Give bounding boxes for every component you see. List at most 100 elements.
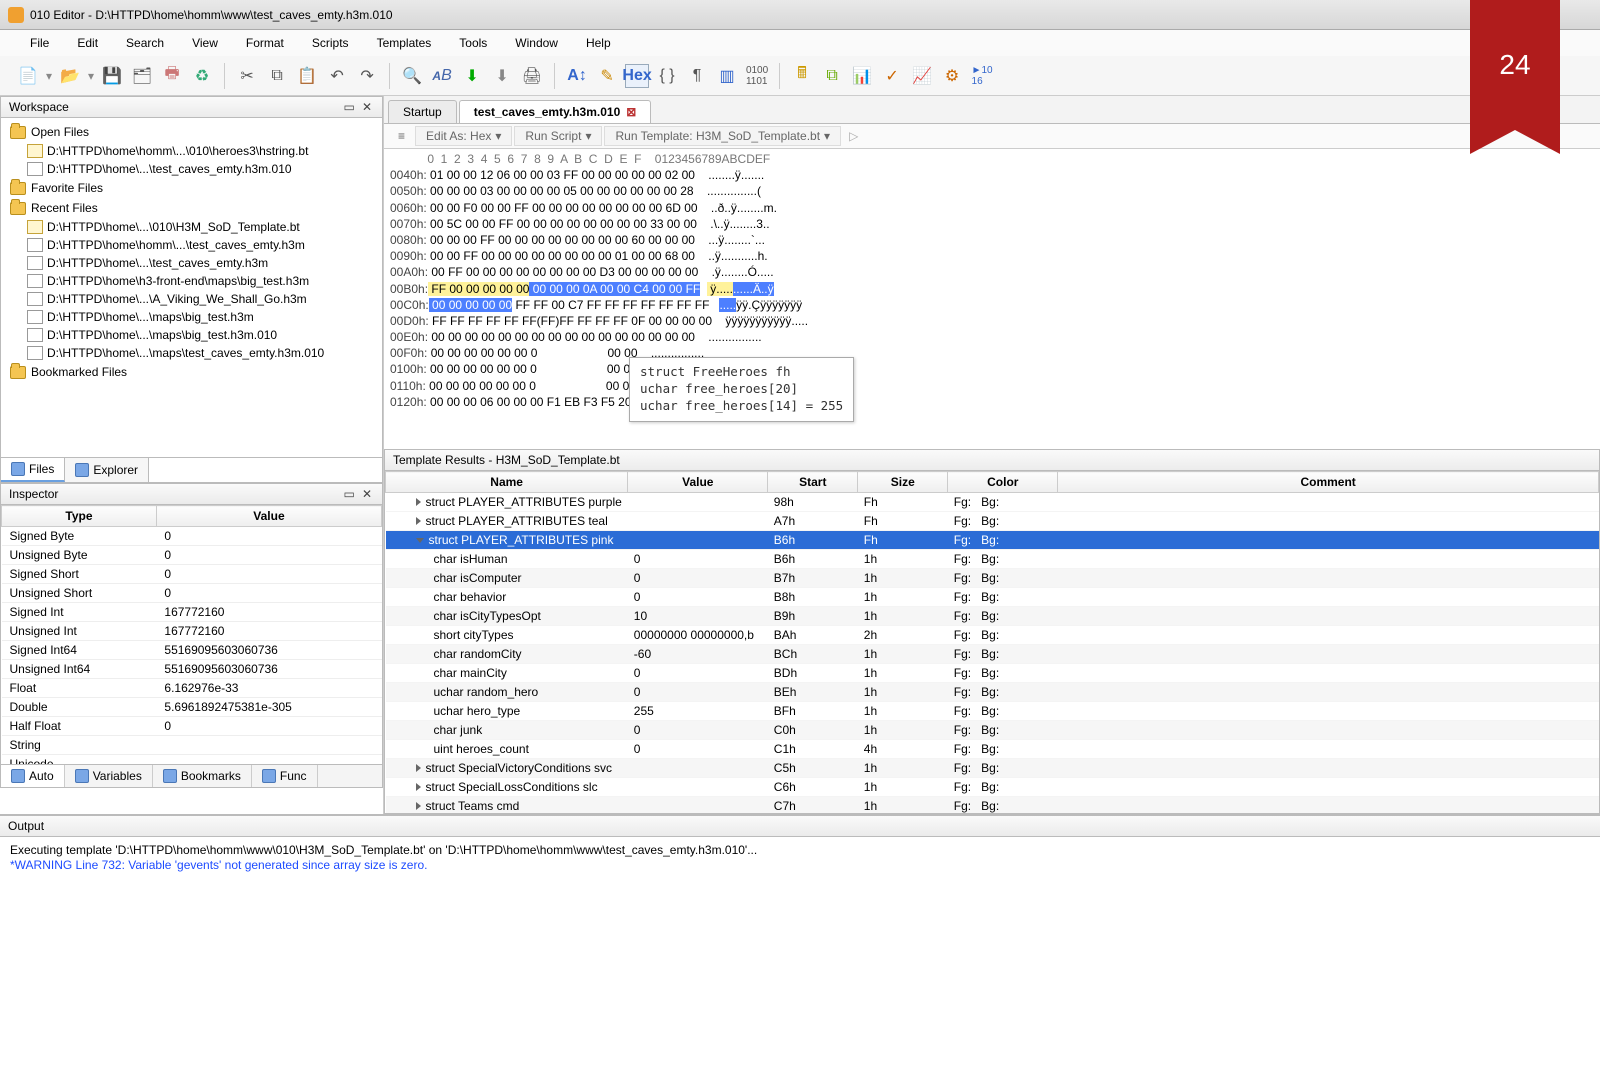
- tree-item[interactable]: D:\HTTPD\home\...\maps\big_test.h3m: [5, 308, 378, 326]
- table-row[interactable]: struct PLAYER_ATTRIBUTES pinkB6hFhFg: Bg…: [386, 531, 1599, 550]
- sort-icon[interactable]: ⚙: [940, 64, 964, 88]
- menu-scripts[interactable]: Scripts: [300, 33, 361, 53]
- print2-icon[interactable]: 🖨: [520, 64, 544, 88]
- panel-close-icon[interactable]: ✕: [362, 100, 374, 114]
- find-icon[interactable]: 🔍: [400, 64, 424, 88]
- brace-icon[interactable]: { }: [655, 64, 679, 88]
- menu-format[interactable]: Format: [234, 33, 296, 53]
- menu-file[interactable]: File: [18, 33, 61, 53]
- table-row[interactable]: struct PLAYER_ATTRIBUTES tealA7hFhFg: Bg…: [386, 512, 1599, 531]
- font-icon[interactable]: A↕: [565, 64, 589, 88]
- open-icon[interactable]: 📂: [58, 64, 82, 88]
- inspector-tabs[interactable]: AutoVariablesBookmarksFunc: [0, 765, 383, 788]
- histogram-icon[interactable]: 📊: [850, 64, 874, 88]
- table-row[interactable]: struct PLAYER_ATTRIBUTES purple98hFhFg: …: [386, 493, 1599, 512]
- main-toolbar[interactable]: 📄▾ 📂▾ 💾 🗂 🖶 ♻ ✂ ⧉ 📋 ↶ ↷ 🔍 AB ⬇ ⬇ 🖨 A↕ ✎ …: [0, 56, 1600, 96]
- panel-float-icon[interactable]: ▭: [344, 487, 357, 501]
- tree-item[interactable]: D:\HTTPD\home\...\test_caves_emty.h3m.01…: [5, 160, 378, 178]
- pilcrow-icon[interactable]: ¶: [685, 64, 709, 88]
- binary-icon[interactable]: 01001101: [745, 64, 769, 88]
- tree-group[interactable]: Open Files: [5, 122, 378, 142]
- menu-templates[interactable]: Templates: [365, 33, 444, 53]
- menu-window[interactable]: Window: [503, 33, 570, 53]
- highlight-icon[interactable]: ✎: [595, 64, 619, 88]
- tree-item[interactable]: D:\HTTPD\home\homm\...\test_caves_emty.h…: [5, 236, 378, 254]
- redo-icon[interactable]: ↷: [355, 64, 379, 88]
- checksum-icon[interactable]: ✓: [880, 64, 904, 88]
- menu-view[interactable]: View: [180, 33, 230, 53]
- undo-icon[interactable]: ↶: [325, 64, 349, 88]
- tree-item[interactable]: D:\HTTPD\home\...\maps\big_test.h3m.010: [5, 326, 378, 344]
- table-row[interactable]: struct SpecialVictoryConditions svcC5h1h…: [386, 759, 1599, 778]
- tree-group[interactable]: Bookmarked Files: [5, 362, 378, 382]
- menu-help[interactable]: Help: [574, 33, 623, 53]
- menu-edit[interactable]: Edit: [65, 33, 110, 53]
- workspace-tabs[interactable]: FilesExplorer: [0, 458, 383, 483]
- tree-item[interactable]: D:\HTTPD\home\...\010\H3M_SoD_Template.b…: [5, 218, 378, 236]
- hex-mode-icon[interactable]: Hex: [625, 64, 649, 88]
- close-icon[interactable]: ⊠: [626, 105, 636, 119]
- table-row[interactable]: uchar hero_type255BFh1hFg: Bg:: [386, 702, 1599, 721]
- paste-icon[interactable]: 📋: [295, 64, 319, 88]
- tree-item[interactable]: D:\HTTPD\home\...\maps\test_caves_emty.h…: [5, 344, 378, 362]
- new-icon[interactable]: 📄: [16, 64, 40, 88]
- table-row[interactable]: uchar random_hero0BEh1hFg: Bg:: [386, 683, 1599, 702]
- run-icon[interactable]: ►1016: [970, 64, 994, 88]
- goto2-icon[interactable]: ⬇: [490, 64, 514, 88]
- titlebar: 010 Editor - D:\HTTPD\home\homm\www\test…: [0, 0, 1600, 30]
- inspector-tab-variables[interactable]: Variables: [65, 765, 153, 787]
- menu-search[interactable]: Search: [114, 33, 176, 53]
- inspector-tab-bookmarks[interactable]: Bookmarks: [153, 765, 252, 787]
- panel-float-icon[interactable]: ▭: [344, 100, 357, 114]
- goto-icon[interactable]: ⬇: [460, 64, 484, 88]
- edit-as-button[interactable]: Edit As: Hex ▾: [415, 126, 512, 146]
- table-row[interactable]: struct Teams cmdC7h1hFg: Bg:: [386, 797, 1599, 815]
- doc-tab[interactable]: test_caves_emty.h3m.010 ⊠: [459, 100, 652, 123]
- table-row[interactable]: char junk0C0h1hFg: Bg:: [386, 721, 1599, 740]
- inspector-tab-func[interactable]: Func: [252, 765, 318, 787]
- output-panel: Output Executing template 'D:\HTTPD\home…: [0, 814, 1600, 879]
- run-template-button[interactable]: Run Template: H3M_SoD_Template.bt ▾: [604, 126, 841, 146]
- template-results-table[interactable]: NameValueStartSizeColorComment struct PL…: [385, 471, 1599, 814]
- tree-item[interactable]: D:\HTTPD\home\h3-front-end\maps\big_test…: [5, 272, 378, 290]
- print-icon[interactable]: 🖶: [160, 64, 184, 88]
- workspace-tab-files[interactable]: Files: [1, 458, 65, 482]
- chart-icon[interactable]: 📈: [910, 64, 934, 88]
- hex-toolbar[interactable]: ≡ Edit As: Hex ▾ Run Script ▾ Run Templa…: [384, 124, 1600, 149]
- compare-icon[interactable]: ⧉: [820, 64, 844, 88]
- table-row[interactable]: char mainCity0BDh1hFg: Bg:: [386, 664, 1599, 683]
- calc-icon[interactable]: 🖩: [790, 64, 814, 88]
- template-results-header: Template Results - H3M_SoD_Template.bt: [384, 449, 1600, 471]
- table-row[interactable]: uint heroes_count0C1h4hFg: Bg:: [386, 740, 1599, 759]
- tree-group[interactable]: Recent Files: [5, 198, 378, 218]
- tree-group[interactable]: Favorite Files: [5, 178, 378, 198]
- inspector-tab-auto[interactable]: Auto: [1, 765, 65, 787]
- workspace-tree[interactable]: Open FilesD:\HTTPD\home\homm\...\010\her…: [0, 118, 383, 458]
- document-tabs[interactable]: Startuptest_caves_emty.h3m.010 ⊠: [384, 96, 1600, 124]
- reload-icon[interactable]: ♻: [190, 64, 214, 88]
- columns-icon[interactable]: ▥: [715, 64, 739, 88]
- panel-close-icon[interactable]: ✕: [362, 487, 374, 501]
- tree-item[interactable]: D:\HTTPD\home\homm\...\010\heroes3\hstri…: [5, 142, 378, 160]
- cut-icon[interactable]: ✂: [235, 64, 259, 88]
- table-row[interactable]: char randomCity-60BCh1hFg: Bg:: [386, 645, 1599, 664]
- run-script-button[interactable]: Run Script ▾: [514, 126, 602, 146]
- doc-tab[interactable]: Startup: [388, 100, 457, 123]
- save-icon[interactable]: 💾: [100, 64, 124, 88]
- table-row[interactable]: char isComputer0B7h1hFg: Bg:: [386, 569, 1599, 588]
- table-row[interactable]: char isCityTypesOpt10B9h1hFg: Bg:: [386, 607, 1599, 626]
- menu-tools[interactable]: Tools: [447, 33, 499, 53]
- workspace-tab-explorer[interactable]: Explorer: [65, 458, 149, 482]
- table-row[interactable]: struct SpecialLossConditions slcC6h1hFg:…: [386, 778, 1599, 797]
- tree-item[interactable]: D:\HTTPD\home\...\A_Viking_We_Shall_Go.h…: [5, 290, 378, 308]
- table-row[interactable]: short cityTypes00000000 00000000,bBAh2hF…: [386, 626, 1599, 645]
- menubar[interactable]: FileEditSearchViewFormatScriptsTemplates…: [0, 30, 1600, 56]
- slide-number-ribbon: 24: [1470, 0, 1560, 130]
- copy-icon[interactable]: ⧉: [265, 64, 289, 88]
- table-row[interactable]: char behavior0B8h1hFg: Bg:: [386, 588, 1599, 607]
- replace-icon[interactable]: AB: [430, 64, 454, 88]
- saveall-icon[interactable]: 🗂: [130, 64, 154, 88]
- tree-item[interactable]: D:\HTTPD\home\...\test_caves_emty.h3m: [5, 254, 378, 272]
- table-row[interactable]: char isHuman0B6h1hFg: Bg:: [386, 550, 1599, 569]
- hex-viewer[interactable]: 0 1 2 3 4 5 6 7 8 9 A B C D E F 01234567…: [384, 149, 1600, 449]
